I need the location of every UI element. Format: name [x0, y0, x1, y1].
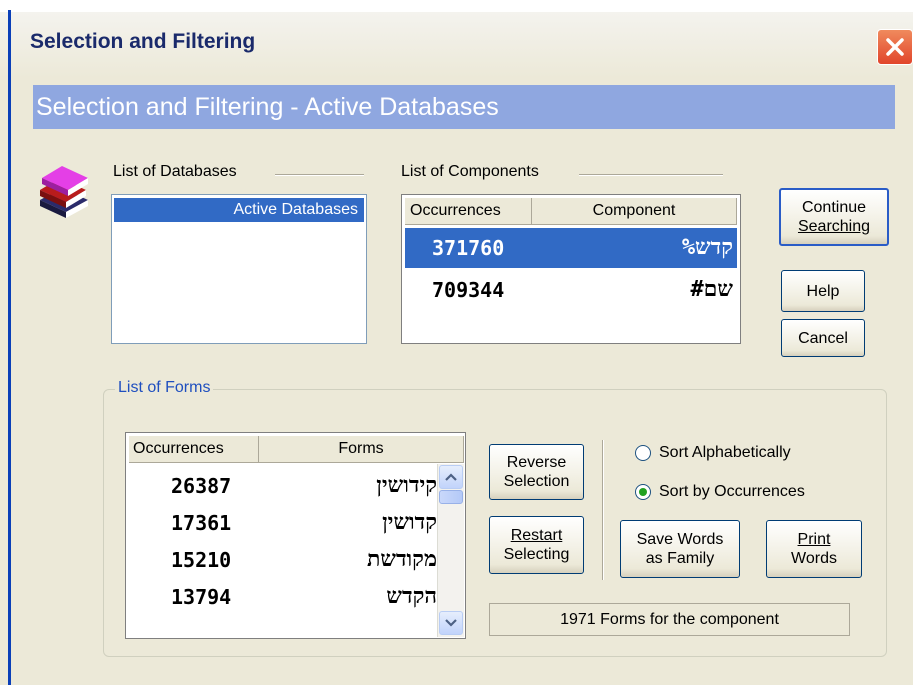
forms-header-occurrences[interactable]: Occurrences — [129, 436, 259, 462]
sort-by-occurrences-label: Sort by Occurrences — [659, 483, 805, 500]
components-label: List of Components — [401, 163, 539, 180]
reverse-selection-button[interactable]: Reverse Selection — [489, 444, 584, 500]
reverse-label-line2: Selection — [503, 473, 570, 490]
components-header-occurrences[interactable]: Occurrences — [405, 198, 532, 224]
component-name: שם# — [690, 277, 733, 302]
form-count: 17361 — [171, 511, 232, 535]
databases-label: List of Databases — [113, 163, 237, 180]
radio-circle — [635, 445, 651, 461]
help-button[interactable]: Help — [781, 270, 865, 312]
save-words-as-family-button[interactable]: Save Words as Family — [620, 520, 740, 578]
form-count: 26387 — [171, 474, 232, 498]
components-header-component[interactable]: Component — [532, 198, 737, 224]
print-label-line2: Words — [791, 550, 837, 567]
scroll-up-button[interactable] — [439, 465, 463, 489]
vertical-separator — [602, 440, 604, 580]
component-count: 709344 — [432, 278, 505, 302]
form-row[interactable]: 15210 מקודשת — [129, 544, 437, 576]
restart-label-line1: Restart — [510, 527, 563, 544]
component-row[interactable]: 709344 שם# — [405, 274, 737, 306]
components-listview[interactable]: Occurrences Component 371760 קדש% 709344… — [401, 194, 741, 344]
restart-label-line2: Selecting — [503, 546, 570, 563]
form-row[interactable]: 17361 קדושין — [129, 507, 437, 539]
component-name: קדש% — [681, 235, 733, 260]
print-words-button[interactable]: Print Words — [766, 520, 862, 578]
sort-by-occurrences-radio[interactable]: Sort by Occurrences — [635, 483, 805, 501]
form-name: קדושין — [382, 510, 437, 535]
close-icon — [886, 38, 904, 56]
restart-selecting-button[interactable]: Restart Selecting — [489, 516, 584, 574]
reverse-label-line1: Reverse — [506, 454, 567, 471]
status-text: 1971 Forms for the component — [489, 603, 850, 636]
form-count: 15210 — [171, 548, 232, 572]
window-title: Selection and Filtering — [30, 30, 256, 53]
form-name: מקודשת — [366, 547, 437, 572]
books-icon — [40, 166, 88, 218]
header-banner: Selection and Filtering - Active Databas… — [33, 85, 895, 129]
form-row[interactable]: 26387 קידושין — [129, 470, 437, 502]
continue-searching-button[interactable]: Continue Searching — [779, 188, 889, 246]
databases-divider — [275, 174, 364, 176]
forms-listview[interactable]: Occurrences Forms 26387 קידושין 17361 קד… — [125, 432, 466, 639]
sort-alphabetically-label: Sort Alphabetically — [659, 444, 791, 461]
radio-circle — [635, 484, 651, 500]
radio-dot — [639, 488, 647, 496]
forms-header-forms[interactable]: Forms — [259, 436, 464, 462]
databases-listbox[interactable]: Active Databases — [111, 194, 367, 344]
continue-label-line1: Continue — [801, 199, 867, 216]
database-item-active[interactable]: Active Databases — [114, 198, 364, 222]
form-row[interactable]: 13794 הקדש — [129, 581, 437, 613]
close-button[interactable] — [877, 29, 913, 65]
components-header: Occurrences Component — [405, 198, 737, 225]
window-left-border — [8, 10, 11, 685]
component-row[interactable]: 371760 קדש% — [405, 228, 737, 268]
save-label-line2: as Family — [645, 550, 715, 567]
scroll-up-icon — [445, 473, 457, 481]
save-label-line1: Save Words — [636, 531, 724, 548]
scroll-down-button[interactable] — [439, 611, 463, 635]
components-divider — [579, 174, 723, 176]
forms-scrollbar[interactable] — [437, 464, 464, 637]
continue-label-line2: Searching — [797, 218, 871, 235]
component-count: 371760 — [432, 236, 505, 260]
forms-label: List of Forms — [115, 379, 214, 397]
scroll-down-icon — [445, 619, 457, 627]
forms-header: Occurrences Forms — [129, 436, 464, 463]
form-name: הקדש — [386, 584, 437, 609]
form-count: 13794 — [171, 585, 232, 609]
cancel-button[interactable]: Cancel — [781, 319, 865, 357]
form-name: קידושין — [376, 473, 437, 498]
sort-alphabetically-radio[interactable]: Sort Alphabetically — [635, 444, 791, 462]
print-label-line1: Print — [797, 531, 831, 548]
scroll-thumb[interactable] — [439, 490, 463, 504]
